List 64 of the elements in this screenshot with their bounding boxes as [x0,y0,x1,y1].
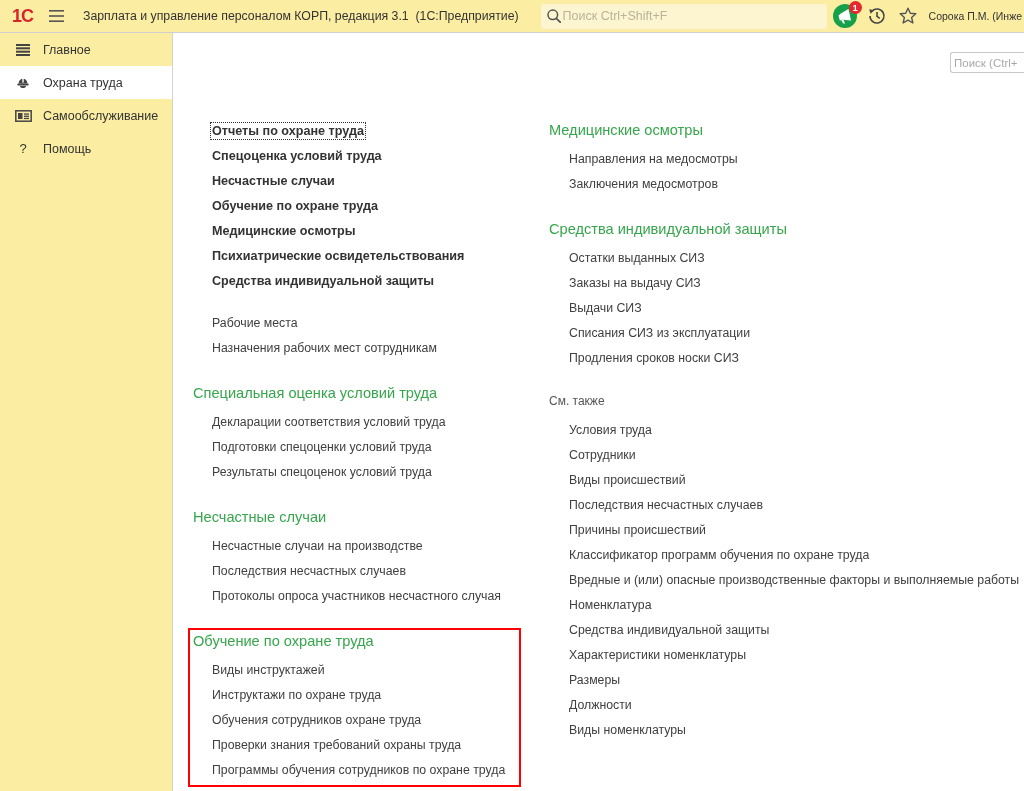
nav-link[interactable]: Причины происшествий [569,517,706,543]
nav-link[interactable]: Сотрудники [569,442,636,468]
sidebar-item[interactable]: Самообслуживание [0,99,172,132]
id-card-icon [14,109,32,122]
history-icon[interactable] [866,6,887,26]
nav-link[interactable]: Подготовки спецоценки условий труда [212,435,432,460]
see-also-heading: См. также [549,392,605,410]
star-icon[interactable] [898,7,917,25]
nav-link[interactable]: Назначения рабочих мест сотрудникам [212,335,437,361]
nav-link[interactable]: Проверки знания требований охраны труда [212,733,462,758]
section-heading: Несчастные случаи [193,508,327,527]
nav-link[interactable]: Условия труда [569,417,652,443]
sidebar-item[interactable]: Охрана труда [0,66,172,99]
nav-link[interactable]: Направления на медосмотры [569,147,738,172]
nav-link[interactable]: Виды инструктажей [212,658,325,683]
section-heading: Обучение по охране труда [193,632,374,651]
sidebar-item[interactable]: Главное [0,33,172,66]
nav-link[interactable]: Вредные и (или) опасные производственные факторы и выполняемые работы [569,567,1020,593]
nav-link[interactable]: Списания СИЗ из эксплуатации [569,321,751,346]
logo[interactable]: 1С [12,6,33,26]
nav-link[interactable]: Должности [569,692,632,718]
nav-link[interactable]: Последствия несчастных случаев [212,559,406,584]
report-link[interactable]: Медицинские осмотры [210,222,358,240]
hard-hat-icon [17,76,29,89]
nav-link[interactable]: Несчастные случаи на производстве [212,534,423,559]
report-link[interactable]: Обучение по охране труда [210,197,380,215]
report-link[interactable]: Несчастные случаи [210,172,337,190]
nav-link[interactable]: Характеристики номенклатуры [569,642,747,668]
nav-link[interactable]: Результаты спецоценок условий труда [212,460,432,485]
nav-link[interactable]: Размеры [569,667,621,693]
nav-link[interactable]: Рабочие места [212,310,298,336]
menu-icon[interactable] [49,10,64,22]
report-link[interactable]: Отчеты по охране труда [210,122,366,140]
list-icon [16,43,30,56]
sidebar-item[interactable]: ? Помощь [0,132,172,165]
nav-link[interactable]: Номенклатура [569,592,652,618]
nav-link[interactable]: Заключения медосмотров [569,172,718,197]
nav-link[interactable]: Виды номенклатуры [569,717,686,743]
section-heading: Специальная оценка условий труда [193,384,438,403]
question-mark-icon: ? [19,141,27,156]
nav-link[interactable]: Виды происшествий [569,467,686,493]
nav-link[interactable]: Средства индивидуальной защиты [569,617,770,643]
nav-link[interactable]: Протоколы опроса участников несчастного случая [212,584,501,609]
report-link[interactable]: Психиатрические освидетельствования [210,247,467,265]
nav-link[interactable]: Классификатор программ обучения по охране труда [569,542,870,568]
nav-link[interactable]: Декларации соответствия условий труда [212,410,446,435]
nav-link[interactable]: Последствия несчастных случаев [569,492,763,518]
nav-link[interactable]: Выдачи СИЗ [569,296,642,321]
nav-link[interactable]: Продления сроков носки СИЗ [569,346,739,371]
nav-link[interactable]: Программы обучения сотрудников по охране труда [212,758,506,783]
report-link[interactable]: Спецоценка условий труда [210,147,384,165]
report-link[interactable]: Средства индивидуальной защиты [210,272,437,290]
megaphone-icon[interactable] [832,4,857,28]
nav-link[interactable]: Обучения сотрудников охране труда [212,708,422,733]
section-heading: Медицинские осмотры [549,121,703,140]
nav-link[interactable]: Заказы на выдачу СИЗ [569,271,701,296]
search-field[interactable]: Поиск (Ctrl+ [950,52,1024,73]
nav-link[interactable]: Остатки выданных СИЗ [569,246,705,271]
search-field[interactable]: Поиск Ctrl+Shift+F [540,3,827,29]
nav-link[interactable]: Инструктажи по охране труда [212,683,382,708]
section-heading: Средства индивидуальной защиты [549,220,787,239]
search-icon [546,8,561,23]
app-title: Зарплата и управление персоналом КОРП, редакция 3.1 (1С:Предприятие) [83,9,519,23]
user-name[interactable]: Сорока П.М. (Инже [928,10,1022,22]
